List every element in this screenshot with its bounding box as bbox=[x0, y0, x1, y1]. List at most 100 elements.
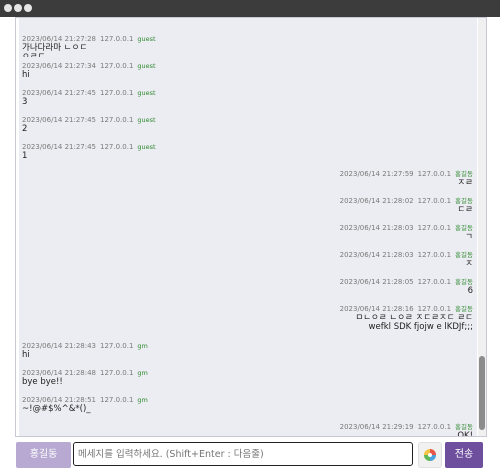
message-list: 2023/06/14 21:27:28 127.0.0.1 guest 가나다라마 ㄴ… bbox=[19, 18, 477, 436]
message-username: 홍길동 bbox=[455, 251, 473, 259]
message-ip: 127.0.0.1 bbox=[100, 35, 134, 43]
message-text: ㅈ bbox=[465, 259, 473, 269]
message-text: 1 bbox=[22, 151, 28, 161]
list-item: 2023/06/14 21:27:34 127.0.0.1 guest hi bbox=[19, 57, 477, 86]
message-ip: 127.0.0.1 bbox=[417, 423, 452, 431]
message-username: guest bbox=[137, 62, 156, 70]
message-username: gm bbox=[137, 396, 148, 404]
message-username: guest bbox=[137, 143, 156, 151]
message-ip: 127.0.0.1 bbox=[417, 278, 452, 286]
message-meta: 2023/06/14 21:28:02 127.0.0.1 홍길동 bbox=[340, 197, 473, 206]
scrollbar-thumb[interactable] bbox=[479, 356, 485, 430]
message-meta: 2023/06/14 21:27:45 127.0.0.1 guest bbox=[22, 116, 156, 125]
composer-bar: 홍길동 전송 bbox=[0, 437, 500, 474]
message-ip: 127.0.0.1 bbox=[100, 116, 134, 124]
message-timestamp: 2023/06/14 21:27:34 bbox=[22, 62, 97, 70]
message-timestamp: 2023/06/14 21:27:59 bbox=[339, 170, 414, 178]
message-timestamp: 2023/06/14 21:28:48 bbox=[22, 369, 97, 377]
message-username: 홍길동 bbox=[455, 170, 473, 178]
list-item: 2023/06/14 21:28:05 127.0.0.1 홍길동 6 bbox=[19, 273, 477, 302]
username-button[interactable]: 홍길동 bbox=[16, 442, 71, 468]
message-timestamp: 2023/06/14 21:28:51 bbox=[22, 396, 97, 404]
list-item: 2023/06/14 21:27:45 127.0.0.1 guest 1 bbox=[19, 138, 477, 167]
message-meta: 2023/06/14 21:27:59 127.0.0.1 홍길동 bbox=[340, 170, 473, 179]
message-username: 홍길동 bbox=[455, 278, 473, 286]
message-meta: 2023/06/14 21:28:05 127.0.0.1 홍길동 bbox=[340, 278, 473, 287]
message-ip: 127.0.0.1 bbox=[100, 369, 134, 377]
message-meta: 2023/06/14 21:28:43 127.0.0.1 gm bbox=[22, 342, 148, 351]
list-item: 2023/06/14 21:29:19 127.0.0.1 홍길동 OK! bbox=[19, 418, 477, 436]
message-timestamp: 2023/06/14 21:28:05 bbox=[339, 278, 414, 286]
message-timestamp: 2023/06/14 21:27:45 bbox=[22, 89, 97, 97]
message-timestamp: 2023/06/14 21:28:16 bbox=[339, 305, 414, 313]
message-ip: 127.0.0.1 bbox=[417, 251, 452, 259]
emoji-button[interactable] bbox=[418, 442, 442, 468]
message-text: OK! bbox=[457, 431, 473, 437]
close-window-icon[interactable] bbox=[4, 4, 12, 12]
message-ip: 127.0.0.1 bbox=[100, 62, 134, 70]
palette-emoji-icon bbox=[424, 449, 436, 461]
message-text: ㅁㄴㅇㄹ ㄴㅇㄹ ㅈㄷㄹㅈㄷ ㄹㄷ wefkl SDK fjojw e lKDJ… bbox=[355, 313, 473, 332]
list-item: 2023/06/14 21:27:45 127.0.0.1 guest 2 bbox=[19, 111, 477, 140]
message-text: 3 bbox=[22, 97, 28, 107]
message-ip: 127.0.0.1 bbox=[417, 197, 452, 205]
message-username: guest bbox=[137, 116, 156, 124]
list-item: 2023/06/14 21:28:03 127.0.0.1 홍길동 ㄱ bbox=[19, 219, 477, 248]
chat-window: 2023/06/14 21:27:28 127.0.0.1 guest 가나다라마 ㄴ… bbox=[0, 0, 500, 474]
minimize-window-icon[interactable] bbox=[14, 4, 22, 12]
list-item: 2023/06/14 21:28:16 127.0.0.1 홍길동 ㅁㄴㅇㄹ ㄴㅇㄹ … bbox=[19, 300, 477, 339]
message-ip: 127.0.0.1 bbox=[417, 305, 452, 313]
message-meta: 2023/06/14 21:27:45 127.0.0.1 guest bbox=[22, 143, 156, 152]
message-text: ㄱ bbox=[465, 232, 473, 242]
chat-log[interactable]: 2023/06/14 21:27:28 127.0.0.1 guest 가나다라마 ㄴ… bbox=[15, 17, 487, 437]
message-text: ~!@#$%^&*()_ bbox=[22, 404, 91, 414]
list-item: 2023/06/14 21:28:51 127.0.0.1 gm ~!@#$%^&*(… bbox=[19, 391, 477, 420]
message-ip: 127.0.0.1 bbox=[100, 396, 134, 404]
message-username: 홍길동 bbox=[455, 224, 473, 232]
message-username: guest bbox=[137, 35, 156, 43]
message-text: hi bbox=[22, 350, 30, 360]
list-item: 2023/06/14 21:28:02 127.0.0.1 홍길동 ㄷㄹ bbox=[19, 192, 477, 221]
list-item: 2023/06/14 21:28:48 127.0.0.1 gm bye bye!! bbox=[19, 364, 477, 393]
message-username: guest bbox=[137, 89, 156, 97]
message-text: hi bbox=[22, 70, 30, 80]
message-meta: 2023/06/14 21:29:19 127.0.0.1 홍길동 bbox=[340, 423, 473, 432]
message-text: 2 bbox=[22, 124, 28, 134]
message-timestamp: 2023/06/14 21:28:03 bbox=[339, 251, 414, 259]
list-item: 2023/06/14 21:27:45 127.0.0.1 guest 3 bbox=[19, 84, 477, 113]
zoom-window-icon[interactable] bbox=[24, 4, 32, 12]
message-username: gm bbox=[137, 342, 148, 350]
message-text: 6 bbox=[467, 286, 473, 296]
message-username: 홍길동 bbox=[455, 197, 473, 205]
message-timestamp: 2023/06/14 21:27:45 bbox=[22, 143, 97, 151]
message-meta: 2023/06/14 21:27:34 127.0.0.1 guest bbox=[22, 62, 156, 71]
message-text: ㅈㄹ bbox=[457, 178, 473, 188]
send-button[interactable]: 전송 bbox=[445, 442, 483, 468]
message-timestamp: 2023/06/14 21:27:45 bbox=[22, 116, 97, 124]
message-input[interactable] bbox=[73, 442, 413, 466]
message-username: 홍길동 bbox=[455, 305, 473, 313]
message-username: 홍길동 bbox=[455, 423, 473, 431]
message-meta: 2023/06/14 21:28:03 127.0.0.1 홍길동 bbox=[340, 224, 473, 233]
message-ip: 127.0.0.1 bbox=[417, 224, 452, 232]
message-timestamp: 2023/06/14 21:27:28 bbox=[22, 35, 97, 43]
title-bar bbox=[0, 0, 500, 17]
list-item: 2023/06/14 21:28:03 127.0.0.1 홍길동 ㅈ bbox=[19, 246, 477, 275]
message-timestamp: 2023/06/14 21:28:02 bbox=[339, 197, 414, 205]
scrollbar[interactable] bbox=[478, 18, 486, 436]
list-item: 2023/06/14 21:28:43 127.0.0.1 gm hi bbox=[19, 337, 477, 366]
message-ip: 127.0.0.1 bbox=[100, 89, 134, 97]
list-item: 2023/06/14 21:27:59 127.0.0.1 홍길동 ㅈㄹ bbox=[19, 165, 477, 194]
message-ip: 127.0.0.1 bbox=[100, 143, 134, 151]
list-item: 2023/06/14 21:27:28 127.0.0.1 guest 가나다라마 ㄴ… bbox=[19, 30, 477, 62]
message-meta: 2023/06/14 21:27:45 127.0.0.1 guest bbox=[22, 89, 156, 98]
message-timestamp: 2023/06/14 21:29:19 bbox=[339, 423, 414, 431]
message-timestamp: 2023/06/14 21:28:03 bbox=[339, 224, 414, 232]
message-ip: 127.0.0.1 bbox=[100, 342, 134, 350]
message-text: bye bye!! bbox=[22, 377, 63, 387]
message-meta: 2023/06/14 21:28:03 127.0.0.1 홍길동 bbox=[340, 251, 473, 260]
message-username: gm bbox=[137, 369, 148, 377]
message-ip: 127.0.0.1 bbox=[417, 170, 452, 178]
message-timestamp: 2023/06/14 21:28:43 bbox=[22, 342, 97, 350]
message-text: ㄷㄹ bbox=[457, 205, 473, 215]
